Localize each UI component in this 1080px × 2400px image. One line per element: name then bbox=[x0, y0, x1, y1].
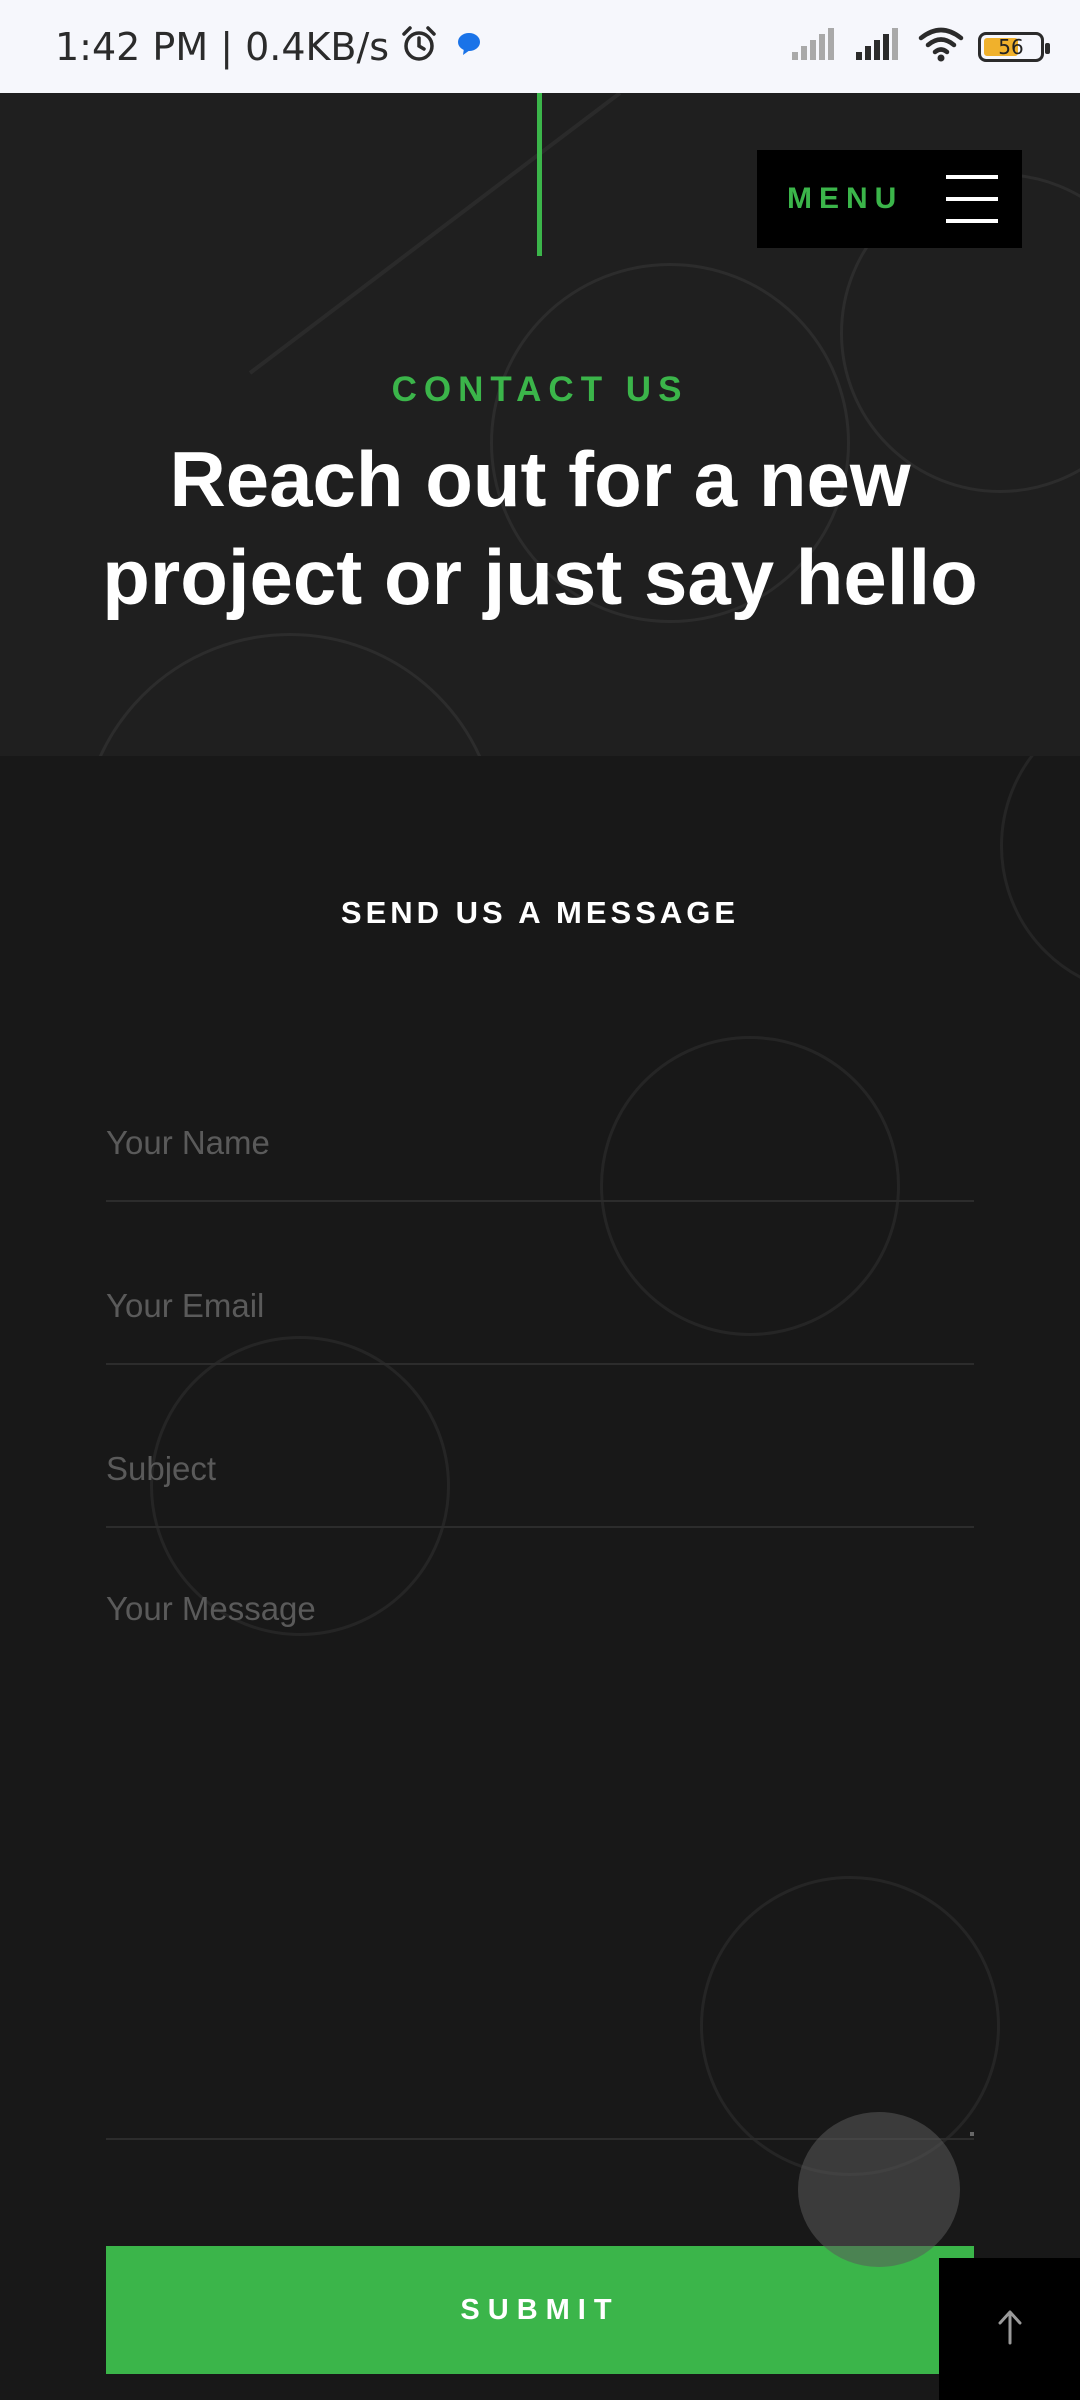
email-input[interactable] bbox=[106, 1248, 974, 1363]
accent-line bbox=[537, 93, 542, 256]
email-field bbox=[106, 1248, 974, 1365]
battery-icon: 56 bbox=[978, 31, 1050, 62]
hamburger-icon bbox=[946, 175, 998, 223]
alarm-icon bbox=[399, 24, 439, 69]
menu-label: MENU bbox=[787, 182, 904, 215]
signal-icon bbox=[790, 26, 840, 67]
wifi-icon bbox=[918, 26, 964, 67]
signal-icon bbox=[854, 26, 904, 67]
resize-handle[interactable] bbox=[970, 2132, 974, 2136]
section-eyebrow: CONTACT US bbox=[391, 370, 689, 409]
name-field bbox=[106, 1085, 974, 1202]
submit-button[interactable]: SUBMIT bbox=[106, 2246, 974, 2374]
message-field bbox=[106, 1590, 974, 2140]
name-input[interactable] bbox=[106, 1085, 974, 1200]
messenger-icon bbox=[449, 24, 489, 69]
page-title: Reach out for a new project or just say … bbox=[102, 435, 978, 621]
scroll-to-top-button[interactable] bbox=[939, 2258, 1080, 2400]
touch-indicator bbox=[798, 2112, 960, 2267]
message-textarea[interactable] bbox=[106, 1590, 974, 2138]
status-time-speed: 1:42 PM | 0.4KB/s bbox=[55, 24, 390, 69]
arrow-up-icon bbox=[995, 2307, 1025, 2352]
subject-field bbox=[106, 1411, 974, 1528]
battery-level: 56 bbox=[998, 34, 1024, 59]
menu-button[interactable]: MENU bbox=[757, 150, 1022, 248]
form-title: SEND US A MESSAGE bbox=[340, 895, 740, 930]
status-bar: 1:42 PM | 0.4KB/s 56 bbox=[0, 0, 1080, 93]
subject-input[interactable] bbox=[106, 1411, 974, 1526]
